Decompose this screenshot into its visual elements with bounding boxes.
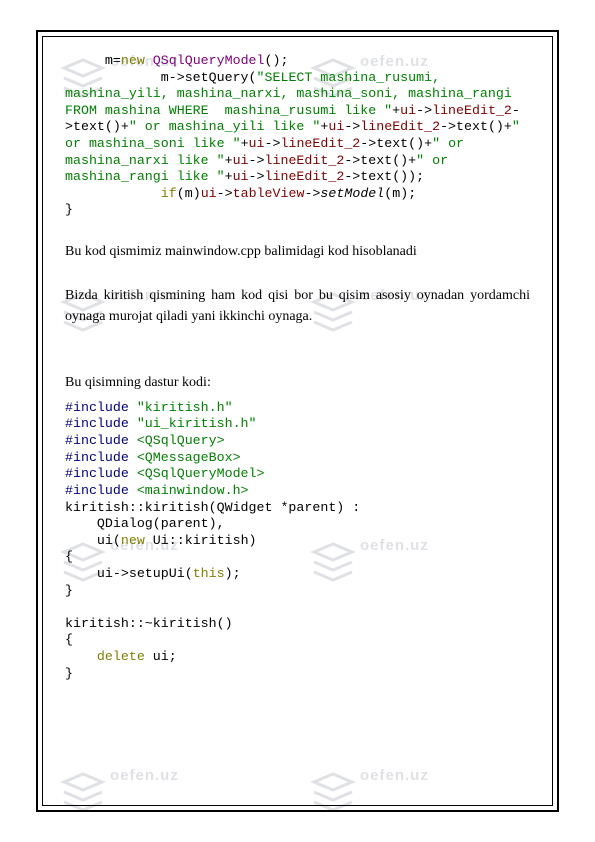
page-border-inner: m=new QSqlQueryModel(); m->setQuery("SEL… bbox=[42, 36, 553, 806]
page: oefen.uz oefen.uz oefen.uz oefen.uz oefe… bbox=[0, 0, 595, 842]
code-block-1: m=new QSqlQueryModel(); m->setQuery("SEL… bbox=[65, 53, 530, 219]
paragraph-3: Bu qisimning dastur kodi: bbox=[65, 372, 530, 394]
paragraph-2: Bizda kiritish qismining ham kod qisi bo… bbox=[65, 285, 530, 328]
paragraph-1: Bu kod qismimiz mainwindow.cpp balimidag… bbox=[65, 241, 530, 263]
code-block-2: #include "kiritish.h" #include "ui_kirit… bbox=[65, 400, 530, 682]
